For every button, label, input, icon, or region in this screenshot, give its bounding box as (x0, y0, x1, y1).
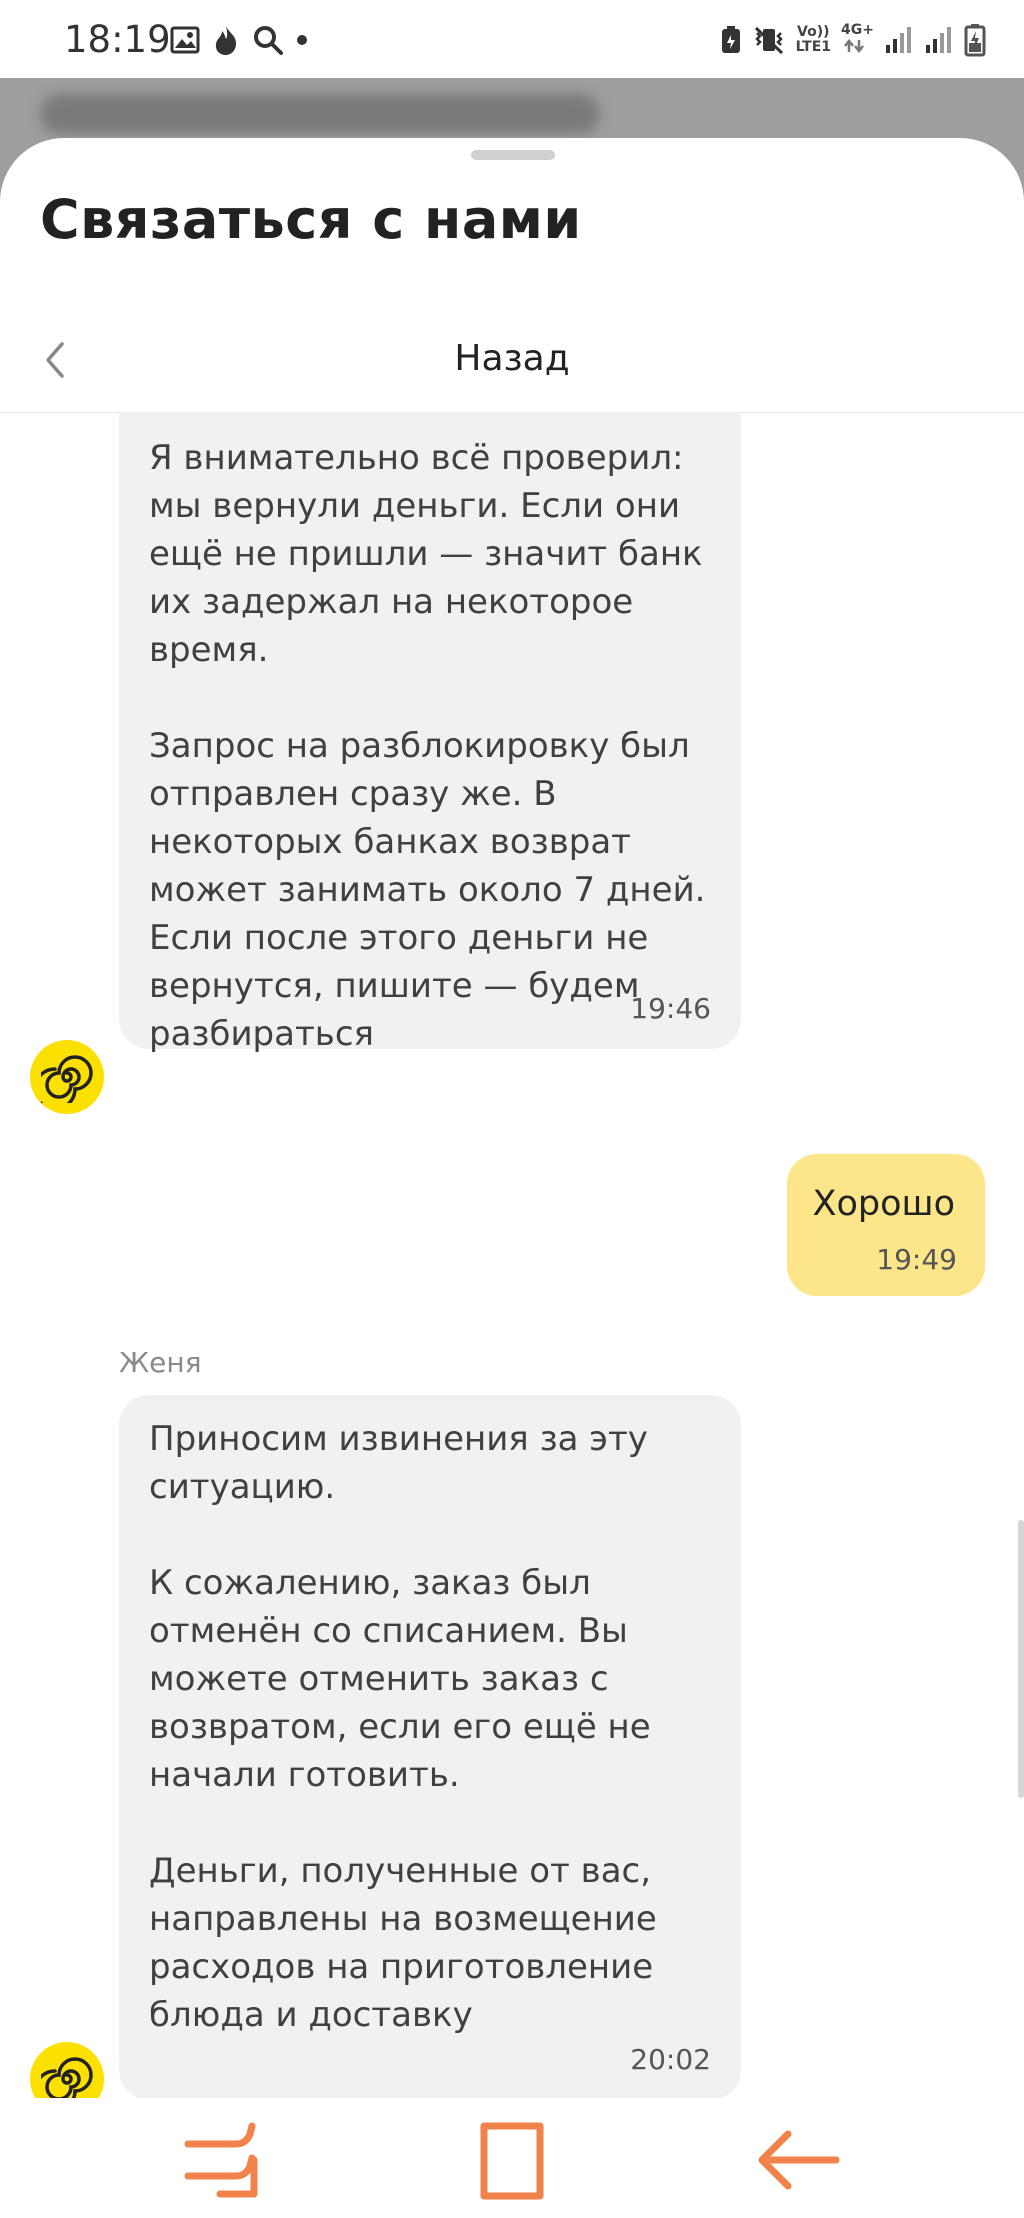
incoming-message: Я внимательно всё проверил: мы вернули д… (119, 412, 741, 1054)
nav-bar: Назад (0, 308, 1024, 413)
support-spiral-icon (41, 2057, 93, 2098)
avatar (30, 2042, 104, 2098)
signal-1-icon (886, 27, 911, 53)
status-right-icons: Vo)) LTE1 4G+ (720, 18, 986, 62)
message-time: 19:49 (876, 1243, 957, 1276)
network-type: 4G+ (841, 22, 874, 38)
4g-icon: 4G+ (841, 23, 874, 57)
sheet-title: Связаться с нами (40, 188, 582, 251)
home-icon[interactable] (466, 2120, 556, 2200)
status-bar: 18:19 Vo)) LTE1 4G+ (0, 0, 1024, 78)
recents-icon[interactable] (180, 2120, 270, 2200)
status-time: 18:19 (64, 18, 171, 61)
message-time: 20:02 (630, 2043, 711, 2076)
outgoing-message: Хорошо 19:49 (787, 1154, 985, 1296)
message-text: Приносим извинения за эту ситуацию. К со… (149, 1419, 657, 2035)
incoming-message: Приносим извинения за эту ситуацию. К со… (119, 1395, 741, 2098)
volte-line1: Vo)) (797, 24, 830, 40)
background-blur-text (40, 94, 600, 134)
status-left-icons (170, 20, 308, 60)
image-icon (170, 26, 200, 54)
vibrate-icon (754, 26, 783, 55)
message-time: 19:46 (630, 992, 711, 1025)
data-arrows-icon (844, 38, 865, 54)
dot-icon (297, 35, 307, 45)
avatar (30, 1040, 104, 1114)
message-text: Хорошо (812, 1184, 955, 1224)
scrollbar[interactable] (1018, 1520, 1024, 1798)
chat-messages[interactable]: Я внимательно всё проверил: мы вернули д… (0, 412, 1024, 2098)
nav-title-back[interactable]: Назад (0, 338, 1024, 379)
sheet-grabber[interactable] (471, 150, 555, 160)
system-navigation-bar (0, 2098, 1024, 2218)
battery-icon (964, 24, 986, 57)
signal-2-icon (926, 27, 951, 53)
flame-icon (215, 26, 237, 55)
support-spiral-icon (41, 1055, 93, 1103)
sender-name: Женя (119, 1346, 202, 1379)
message-text: Я внимательно всё проверил: мы вернули д… (149, 438, 706, 1054)
search-icon (254, 26, 283, 55)
volte-icon: Vo)) LTE1 (796, 25, 831, 55)
volte-line2: LTE1 (795, 39, 832, 55)
battery-saver-icon (721, 26, 740, 53)
back-arrow-icon[interactable] (752, 2120, 842, 2200)
